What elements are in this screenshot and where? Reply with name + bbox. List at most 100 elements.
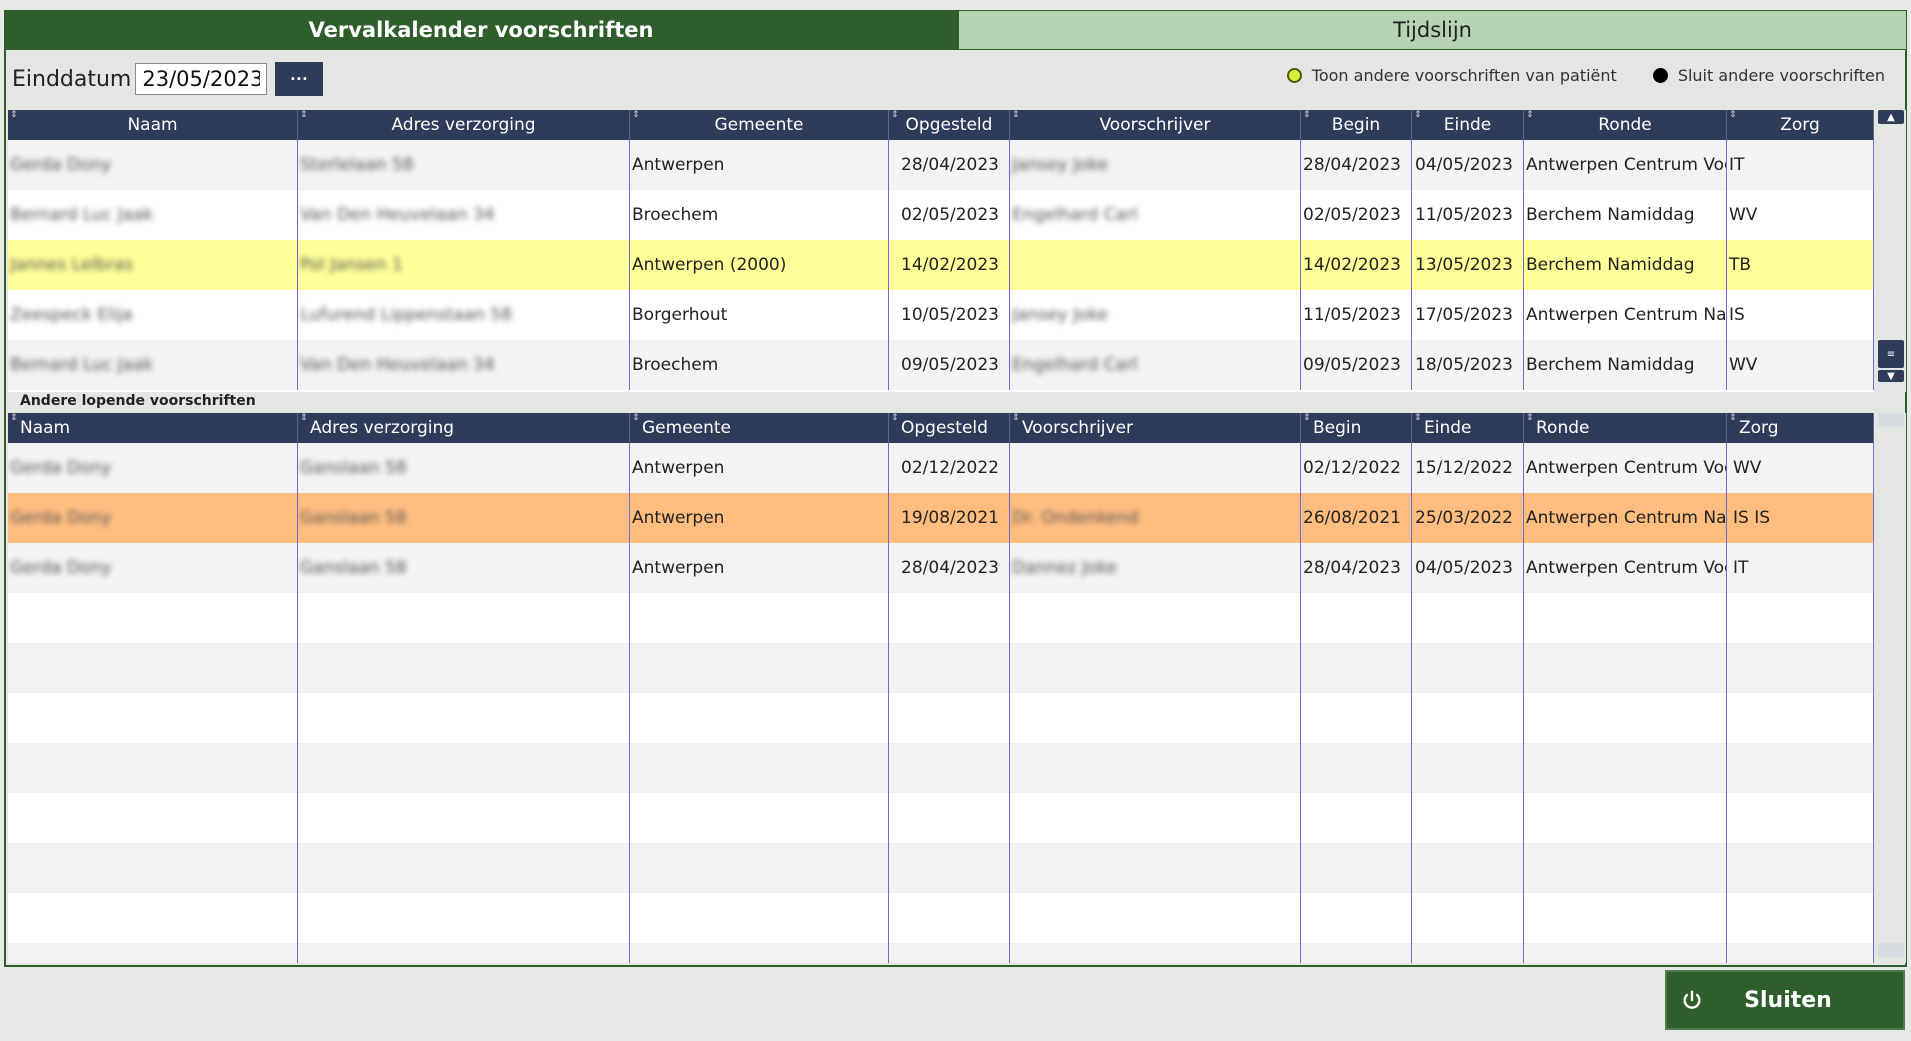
cell-text: 19/08/2021 bbox=[901, 508, 999, 528]
table-row[interactable]: Zeespeck Elija Lufurend Lippenstaan 58 Bor… bbox=[8, 290, 1874, 340]
scroll-up-icon[interactable]: ▲ bbox=[1878, 110, 1904, 124]
cell-opgesteld: 28/04/2023 bbox=[889, 140, 1010, 190]
cell-begin bbox=[1301, 793, 1412, 843]
sort-icon[interactable]: ⇕ bbox=[1303, 110, 1311, 120]
cell-naam bbox=[8, 893, 298, 943]
table-row[interactable] bbox=[8, 943, 1874, 963]
table-row[interactable] bbox=[8, 643, 1874, 693]
column-header-adres[interactable]: ⇕ Adres verzorging bbox=[298, 110, 630, 140]
column-header-opgesteld[interactable]: ⇕ Opgesteld bbox=[889, 413, 1010, 443]
sort-icon[interactable]: ⇕ bbox=[891, 413, 899, 423]
radio-show-other[interactable]: Toon andere voorschriften van patiënt bbox=[1286, 66, 1617, 85]
cell-opgesteld: 02/05/2023 bbox=[889, 190, 1010, 240]
cell-text: IS bbox=[1729, 305, 1745, 325]
sort-icon[interactable]: ⇕ bbox=[1012, 413, 1020, 423]
column-header-gemeente[interactable]: ⇕ Gemeente bbox=[630, 110, 889, 140]
table-row[interactable] bbox=[8, 793, 1874, 843]
column-header-voorschrijver[interactable]: ⇕ Voorschrijver bbox=[1010, 110, 1301, 140]
column-header-voorschrijver[interactable]: ⇕ Voorschrijver bbox=[1010, 413, 1301, 443]
cell-adres bbox=[298, 893, 630, 943]
cell-text: WV bbox=[1729, 205, 1758, 225]
sort-icon[interactable]: ⇕ bbox=[1414, 413, 1422, 423]
table-row[interactable] bbox=[8, 743, 1874, 793]
scroll-thumb-icon[interactable]: ≡ bbox=[1878, 340, 1904, 368]
cell-text: Antwerpen bbox=[632, 508, 725, 528]
column-header-ronde[interactable]: ⇕ Ronde bbox=[1524, 413, 1727, 443]
column-header-label: Einde bbox=[1443, 115, 1492, 135]
sort-icon[interactable]: ⇕ bbox=[891, 110, 899, 120]
scroll-down-icon[interactable] bbox=[1878, 943, 1904, 957]
cell-adres bbox=[298, 843, 630, 893]
scrollbar-bottom[interactable] bbox=[1876, 413, 1906, 963]
cell-ronde: Berchem Namiddag bbox=[1524, 240, 1727, 290]
cell-einde: 13/05/2023 bbox=[1412, 240, 1524, 290]
column-header-naam[interactable]: ⇕ Naam bbox=[8, 413, 298, 443]
sort-icon[interactable]: ⇕ bbox=[10, 413, 18, 423]
sort-icon[interactable]: ⇕ bbox=[300, 413, 308, 423]
sort-icon[interactable]: ⇕ bbox=[1729, 413, 1737, 423]
sort-icon[interactable]: ⇕ bbox=[632, 413, 640, 423]
cell-naam bbox=[8, 843, 298, 893]
cell-zorg: WV bbox=[1727, 443, 1874, 493]
more-button[interactable]: ··· bbox=[275, 62, 324, 96]
cell-opgesteld bbox=[889, 943, 1010, 963]
cell-voorschrijver bbox=[1010, 443, 1301, 493]
sort-icon[interactable]: ⇕ bbox=[1729, 110, 1737, 120]
cell-gemeente: Antwerpen bbox=[630, 543, 889, 593]
cell-voorschrijver: Engelhard Carl bbox=[1010, 340, 1301, 390]
radio-close-other[interactable]: Sluit andere voorschriften bbox=[1652, 66, 1885, 85]
table-row[interactable] bbox=[8, 693, 1874, 743]
table-row[interactable]: Gerda Dony Ganslaan 58 Antwerpen 02/12/2022… bbox=[8, 443, 1874, 493]
cell-opgesteld: 28/04/2023 bbox=[889, 543, 1010, 593]
cell-zorg bbox=[1727, 743, 1874, 793]
einddatum-input[interactable] bbox=[135, 63, 268, 95]
cell-gemeente bbox=[630, 593, 889, 643]
column-header-ronde[interactable]: ⇕ Ronde bbox=[1524, 110, 1727, 140]
scroll-down-icon[interactable]: ▼ bbox=[1878, 370, 1904, 382]
table-row[interactable]: Gerda Dony Ganslaan 58 Antwerpen 28/04/2023… bbox=[8, 543, 1874, 593]
sort-icon[interactable]: ⇕ bbox=[1303, 413, 1311, 423]
table-row[interactable]: Gerda Dony Ganslaan 58 Antwerpen 19/08/2021… bbox=[8, 493, 1874, 543]
cell-begin bbox=[1301, 743, 1412, 793]
einddatum-label: Einddatum bbox=[12, 66, 132, 92]
column-header-begin[interactable]: ⇕ Begin bbox=[1301, 413, 1412, 443]
sort-icon[interactable]: ⇕ bbox=[1526, 413, 1534, 423]
cell-gemeente: Antwerpen bbox=[630, 493, 889, 543]
cell-adres: Van Den Heuvelaan 34 bbox=[298, 190, 630, 240]
close-button[interactable]: Sluiten bbox=[1665, 970, 1905, 1030]
sort-icon[interactable]: ⇕ bbox=[1526, 110, 1534, 120]
cell-voorschrijver: Jansey Joke bbox=[1010, 290, 1301, 340]
tab-vervalkalender[interactable]: Vervalkalender voorschriften bbox=[4, 10, 958, 50]
column-header-gemeente[interactable]: ⇕ Gemeente bbox=[630, 413, 889, 443]
cell-gemeente bbox=[630, 943, 889, 963]
column-header-opgesteld[interactable]: ⇕ Opgesteld bbox=[889, 110, 1010, 140]
column-header-einde[interactable]: ⇕ Einde bbox=[1412, 110, 1524, 140]
sort-icon[interactable]: ⇕ bbox=[632, 110, 640, 120]
cell-voorschrijver bbox=[1010, 743, 1301, 793]
sort-icon[interactable]: ⇕ bbox=[1414, 110, 1422, 120]
table-row[interactable] bbox=[8, 843, 1874, 893]
table-row[interactable]: Bernard Luc Jaak Van Den Heuvelaan 34 Broe… bbox=[8, 340, 1874, 390]
grid-header: ⇕ Naam ⇕ Adres verzorging ⇕ Gemeente ⇕ Opgestel… bbox=[8, 413, 1874, 443]
column-header-einde[interactable]: ⇕ Einde bbox=[1412, 413, 1524, 443]
cell-einde: 18/05/2023 bbox=[1412, 340, 1524, 390]
cell-text: Zeespeck Elija bbox=[10, 305, 133, 325]
sort-icon[interactable]: ⇕ bbox=[1012, 110, 1020, 120]
table-row[interactable]: Gerda Dony Sterlelaan 58 Antwerpen 28/04/20… bbox=[8, 140, 1874, 190]
table-row[interactable] bbox=[8, 593, 1874, 643]
tab-tijdslijn[interactable]: Tijdslijn bbox=[958, 10, 1907, 50]
scrollbar-top[interactable]: ▲ ≡ ▼ bbox=[1876, 110, 1906, 392]
column-header-zorg[interactable]: ⇕ Zorg bbox=[1727, 110, 1874, 140]
scroll-up-icon[interactable] bbox=[1878, 413, 1904, 427]
column-header-begin[interactable]: ⇕ Begin bbox=[1301, 110, 1412, 140]
column-header-naam[interactable]: ⇕ Naam bbox=[8, 110, 298, 140]
cell-adres bbox=[298, 693, 630, 743]
column-header-adres[interactable]: ⇕ Adres verzorging bbox=[298, 413, 630, 443]
table-row[interactable]: Bernard Luc Jaak Van Den Heuvelaan 34 Broe… bbox=[8, 190, 1874, 240]
sort-icon[interactable]: ⇕ bbox=[300, 110, 308, 120]
cell-opgesteld bbox=[889, 693, 1010, 743]
sort-icon[interactable]: ⇕ bbox=[10, 110, 18, 120]
column-header-zorg[interactable]: ⇕ Zorg bbox=[1727, 413, 1874, 443]
table-row[interactable] bbox=[8, 893, 1874, 943]
table-row[interactable]: Jannes Lelbras Pol Jansen 1 Antwerpen (200… bbox=[8, 240, 1874, 290]
